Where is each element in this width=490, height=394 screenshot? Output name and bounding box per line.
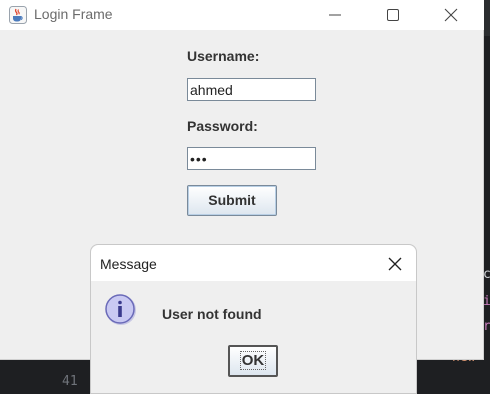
ok-button[interactable]: OK	[228, 345, 278, 377]
code-fragment: c	[483, 267, 490, 282]
java-coffee-icon	[9, 6, 27, 24]
ok-button-label: OK	[239, 351, 267, 370]
close-icon	[444, 8, 458, 22]
dialog-title: Message	[100, 256, 157, 272]
code-fragment: i	[483, 294, 490, 309]
username-label: Username:	[187, 48, 260, 64]
submit-button[interactable]: Submit	[187, 185, 277, 216]
code-fragment: r	[483, 319, 490, 334]
window-title: Login Frame	[34, 6, 113, 22]
dialog-title-bar[interactable]: Message	[91, 245, 416, 281]
maximize-icon	[387, 9, 399, 21]
line-number: 41	[62, 374, 78, 389]
minimize-icon	[329, 14, 341, 16]
message-dialog: Message User not found OK	[90, 244, 417, 394]
maximize-button[interactable]	[370, 0, 416, 30]
dialog-close-button[interactable]	[383, 254, 407, 274]
minimize-button[interactable]	[312, 0, 358, 30]
close-button[interactable]	[428, 0, 474, 30]
username-input[interactable]: ahmed	[187, 78, 316, 101]
info-icon	[104, 293, 138, 327]
close-icon	[388, 257, 402, 271]
dialog-message: User not found	[162, 306, 262, 322]
password-label: Password:	[187, 118, 258, 134]
password-input[interactable]: •••	[187, 147, 316, 170]
title-bar[interactable]: Login Frame	[0, 0, 484, 30]
